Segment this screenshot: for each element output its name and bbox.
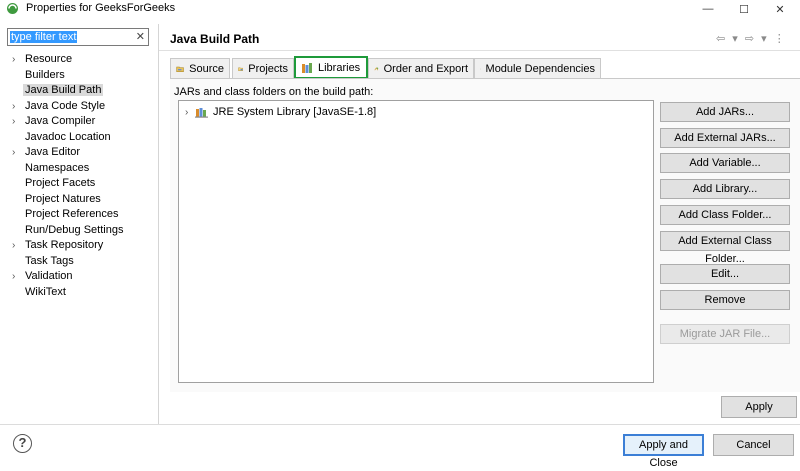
tab-label: Module Dependencies: [485, 62, 595, 75]
chevron-right-icon[interactable]: ›: [12, 114, 15, 130]
tree-item[interactable]: Project References: [0, 207, 158, 223]
library-icon: [195, 108, 208, 118]
tab-label: Projects: [248, 62, 288, 75]
page-title: Java Build Path: [170, 32, 260, 46]
edit-button[interactable]: Edit...: [660, 264, 790, 284]
tree-item[interactable]: › Validation: [0, 269, 158, 285]
tree-item[interactable]: › Java Code Style: [0, 99, 158, 115]
tree-item[interactable]: Project Facets: [0, 176, 158, 192]
tree-item-label: Java Code Style: [25, 99, 106, 112]
tree-item[interactable]: Task Tags: [0, 254, 158, 270]
tree-item-label: Task Tags: [25, 254, 74, 267]
migrate-jar-button[interactable]: Migrate JAR File...: [660, 324, 790, 344]
tree-item-label: WikiText: [25, 285, 66, 298]
tree-item[interactable]: Javadoc Location: [0, 130, 158, 146]
projects-icon: [238, 67, 243, 71]
chevron-right-icon[interactable]: ›: [12, 99, 15, 115]
apply-and-close-button[interactable]: Apply and Close: [623, 434, 704, 469]
add-jars-button[interactable]: Add JARs...: [660, 102, 790, 122]
filter-input-value: type filter text: [10, 31, 78, 43]
filter-input[interactable]: type filter text ✕: [7, 28, 149, 46]
tree-item-label: Java Compiler: [25, 115, 96, 127]
maximize-button[interactable]: ☐: [726, 0, 762, 18]
add-library-button[interactable]: Add Library...: [660, 179, 790, 199]
chevron-right-icon[interactable]: ›: [12, 238, 15, 254]
chevron-right-icon[interactable]: ›: [12, 269, 15, 285]
sash-divider[interactable]: [158, 24, 159, 424]
libraries-icon: [302, 62, 312, 73]
property-page-tree: › Resource Builders Java Build Path › Java Co…: [0, 52, 158, 300]
remove-button[interactable]: Remove: [660, 290, 790, 310]
tree-item[interactable]: Namespaces: [0, 161, 158, 177]
close-button[interactable]: ✕: [762, 0, 798, 18]
tree-item-label: Project References: [25, 208, 119, 220]
source-folder-icon: [176, 66, 184, 72]
window-title: Properties for GeeksForGeeks: [26, 2, 176, 14]
help-icon[interactable]: ?: [13, 434, 32, 453]
tab-module-dependencies[interactable]: Module Dependencies: [474, 58, 601, 78]
chevron-right-icon[interactable]: ›: [12, 145, 15, 161]
tab-label: Source: [189, 62, 224, 75]
add-external-class-folder-button[interactable]: Add External Class Folder...: [660, 231, 790, 265]
tab-order-export[interactable]: Order and Export: [368, 58, 474, 78]
tree-item-label: Validation: [25, 270, 73, 282]
tree-item-label: Java Build Path: [23, 84, 104, 96]
build-path-caption: JARs and class folders on the build path…: [174, 86, 374, 98]
tree-item-label: Builders: [25, 68, 65, 81]
tree-item-label: Project Natures: [25, 192, 101, 205]
tree-item[interactable]: Builders: [0, 68, 158, 84]
footer-separator: [0, 424, 800, 425]
tab-label: Order and Export: [383, 62, 468, 75]
tree-item-label: Resource: [25, 53, 73, 65]
chevron-right-icon[interactable]: ›: [185, 107, 195, 118]
tab-libraries[interactable]: Libraries: [294, 56, 368, 79]
tree-item-label: Project Facets: [25, 177, 96, 189]
add-external-jars-button[interactable]: Add External JARs...: [660, 128, 790, 148]
minimize-button[interactable]: —: [690, 0, 726, 18]
list-item-label: JRE System Library [JavaSE-1.8]: [213, 106, 377, 118]
cancel-button[interactable]: Cancel: [713, 434, 794, 456]
navigation-arrows[interactable]: ⇦ ▾ ⇨ ▾ ⋮: [716, 32, 787, 45]
tree-item-label: Java Editor: [25, 146, 81, 158]
header-separator: [159, 50, 800, 51]
tab-projects[interactable]: Projects: [232, 58, 294, 78]
tree-item-label: Javadoc Location: [25, 130, 111, 143]
tree-item[interactable]: › Task Repository: [0, 238, 158, 254]
tree-item-label: Task Repository: [25, 239, 104, 251]
clear-icon[interactable]: ✕: [136, 30, 145, 43]
eclipse-icon: [7, 3, 18, 14]
module-icon: [480, 68, 481, 69]
add-class-folder-button[interactable]: Add Class Folder...: [660, 205, 790, 225]
tree-item[interactable]: › Java Compiler: [0, 114, 158, 130]
tab-label: Libraries: [318, 61, 361, 74]
tab-source[interactable]: Source: [170, 58, 230, 78]
order-export-icon: [374, 66, 379, 70]
chevron-right-icon[interactable]: ›: [12, 52, 15, 68]
title-bar: Properties for GeeksForGeeks — ☐ ✕: [0, 0, 800, 18]
add-variable-button[interactable]: Add Variable...: [660, 153, 790, 173]
tree-item[interactable]: Run/Debug Settings: [0, 223, 158, 239]
tree-item[interactable]: Java Build Path: [0, 83, 158, 99]
tree-item[interactable]: › Java Editor: [0, 145, 158, 161]
tree-item[interactable]: Project Natures: [0, 192, 158, 208]
tree-item[interactable]: WikiText: [0, 285, 158, 301]
build-path-list[interactable]: › JRE System Library [JavaSE-1.8]: [178, 100, 654, 383]
list-item[interactable]: › JRE System Library [JavaSE-1.8]: [185, 105, 376, 119]
apply-button[interactable]: Apply: [721, 396, 797, 418]
tree-item-label: Run/Debug Settings: [25, 223, 124, 236]
tree-item-label: Namespaces: [25, 161, 90, 174]
tree-item[interactable]: › Resource: [0, 52, 158, 68]
